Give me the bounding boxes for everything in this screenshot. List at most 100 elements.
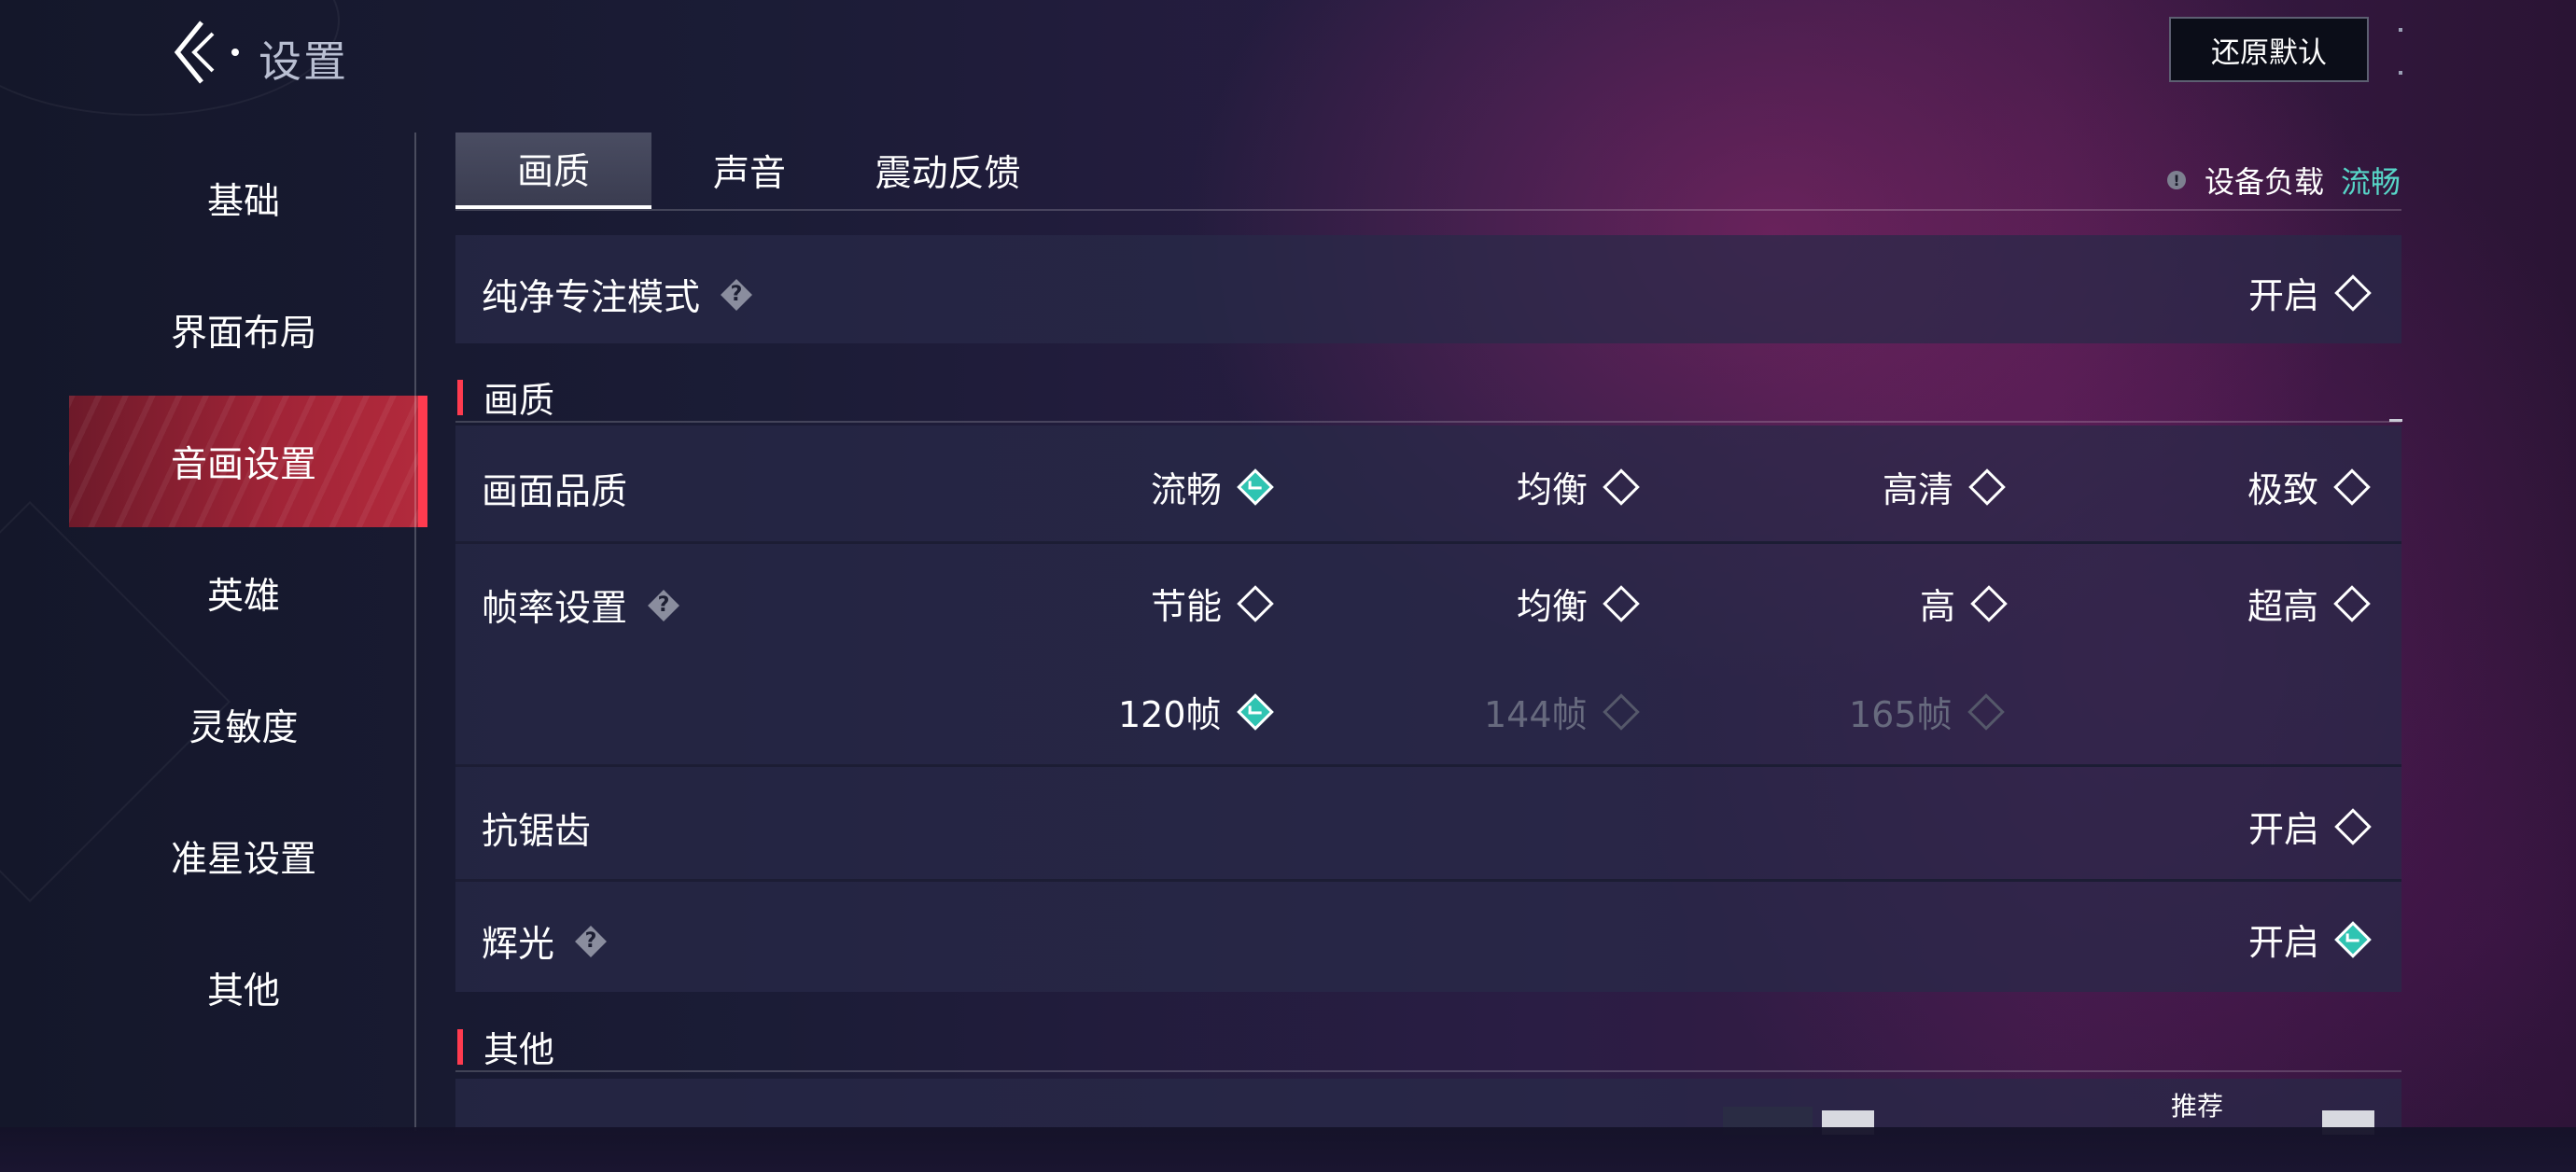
- toggle-label: 开启: [2247, 809, 2319, 850]
- diamond-checkbox-icon: [2333, 584, 2371, 622]
- framerate-option-high[interactable]: 高: [1920, 578, 2008, 629]
- antialias-row: 抗锯齿 开启: [455, 767, 2401, 879]
- help-icon[interactable]: ?: [575, 926, 607, 957]
- back-chevron-icon: [174, 21, 239, 84]
- framerate-label-wrap: 帧率设置 ?: [482, 579, 679, 632]
- option-label: 均衡: [1517, 586, 1589, 627]
- option-label: 均衡: [1517, 469, 1589, 510]
- option-label: 120帧: [1118, 694, 1222, 735]
- sidebar-item-sensitivity[interactable]: 灵敏度: [69, 659, 418, 790]
- focus-mode-toggle[interactable]: 开启: [2247, 267, 2372, 318]
- framerate-label: 帧率设置: [482, 588, 628, 630]
- diamond-checked-icon: [2334, 920, 2372, 958]
- framerate-row: 帧率设置 ? 节能 均衡 高 超高 120帧 144帧 165帧: [455, 544, 2401, 764]
- sidebar-item-label: 音画设置: [170, 443, 316, 486]
- diamond-checkbox-icon: [2334, 807, 2372, 845]
- framerate-option-super[interactable]: 超高: [2247, 578, 2371, 629]
- tab-bar: 画质 声音 震动反馈: [455, 133, 1048, 209]
- decor-dot: [2399, 28, 2402, 32]
- glow-label: 辉光: [482, 924, 555, 966]
- help-icon[interactable]: ?: [648, 590, 679, 621]
- framerate-option-165: 165帧: [1849, 686, 2005, 737]
- diamond-checkbox-icon: [2333, 467, 2371, 506]
- sidebar-item-crosshair[interactable]: 准星设置: [69, 790, 418, 922]
- sidebar-item-audio-video[interactable]: 音画设置: [69, 396, 427, 527]
- quality-label: 画面品质: [482, 471, 628, 513]
- glow-label-wrap: 辉光 ?: [482, 915, 607, 968]
- decor-dot: [2399, 71, 2402, 75]
- tab-vibration[interactable]: 震动反馈: [847, 133, 1048, 209]
- glow-row: 辉光 ? 开启: [455, 882, 2401, 992]
- section-title: 画质: [483, 380, 555, 421]
- sidebar-item-label: 准星设置: [170, 838, 316, 881]
- section-header-other: 其他: [457, 1021, 554, 1072]
- warning-icon: !: [2166, 171, 2186, 189]
- framerate-option-120[interactable]: 120帧: [1118, 686, 1274, 737]
- tab-divider: [455, 209, 2401, 211]
- diamond-checkbox-icon: [1602, 692, 1640, 731]
- diamond-checkbox-icon: [1968, 467, 2006, 506]
- framerate-option-balanced[interactable]: 均衡: [1517, 578, 1640, 629]
- diamond-checkbox-icon: [2334, 273, 2372, 312]
- focus-mode-row: 纯净专注模式 ? 开启: [455, 235, 2401, 343]
- section-divider: [455, 421, 2401, 423]
- help-icon[interactable]: ?: [721, 279, 752, 311]
- section-marker: [457, 379, 463, 415]
- page-title: 设置: [259, 36, 348, 87]
- tab-sound[interactable]: 声音: [651, 133, 847, 209]
- section-header-quality: 画质: [457, 371, 554, 423]
- section-divider: [455, 1070, 2401, 1072]
- diamond-checkbox-icon: [1967, 692, 2005, 731]
- glow-toggle[interactable]: 开启: [2247, 914, 2372, 965]
- bottom-fade: [0, 1127, 2576, 1172]
- toggle-label: 开启: [2247, 275, 2319, 316]
- quality-option-hd[interactable]: 高清: [1883, 461, 2006, 512]
- decor-dot: [2389, 419, 2402, 422]
- diamond-checkbox-icon: [1970, 584, 2008, 622]
- option-label: 流畅: [1151, 469, 1223, 510]
- sidebar-item-basic[interactable]: 基础: [69, 133, 418, 264]
- option-label: 超高: [2247, 586, 2319, 627]
- sidebar-item-label: 灵敏度: [189, 706, 299, 749]
- device-load-value: 流畅: [2340, 164, 2401, 200]
- sidebar-item-layout[interactable]: 界面布局: [69, 264, 418, 396]
- sidebar-item-heroes[interactable]: 英雄: [69, 527, 418, 659]
- diamond-checked-icon: [1237, 467, 1274, 506]
- sidebar-item-label: 基础: [206, 180, 280, 223]
- recommend-label: 推荐: [2171, 1091, 2224, 1122]
- option-label: 节能: [1151, 586, 1223, 627]
- quality-option-balanced[interactable]: 均衡: [1517, 461, 1640, 512]
- option-label: 144帧: [1484, 694, 1588, 735]
- option-label: 165帧: [1849, 694, 1953, 735]
- device-load-indicator: ! 设备负载 流畅: [2166, 159, 2401, 202]
- diamond-checkbox-icon: [1603, 584, 1640, 622]
- notch-adapt-row: 推荐: [455, 1079, 2401, 1135]
- tab-quality[interactable]: 画质: [455, 133, 651, 209]
- diamond-checkbox-icon: [1603, 467, 1640, 506]
- diamond-checkbox-icon: [1237, 584, 1274, 622]
- sidebar-item-label: 其他: [206, 970, 280, 1012]
- quality-row: 画面品质 流畅 均衡 高清 极致: [455, 426, 2401, 541]
- section-title: 其他: [483, 1029, 555, 1070]
- quality-option-ultra[interactable]: 极致: [2247, 461, 2371, 512]
- sidebar-item-label: 英雄: [206, 575, 280, 618]
- focus-mode-label-wrap: 纯净专注模式 ?: [482, 269, 752, 321]
- sidebar-divider: [414, 133, 416, 1131]
- antialias-label: 抗锯齿: [482, 811, 592, 853]
- focus-mode-label: 纯净专注模式: [482, 277, 701, 319]
- toggle-label: 开启: [2247, 922, 2319, 963]
- antialias-toggle[interactable]: 开启: [2247, 801, 2372, 852]
- framerate-option-144: 144帧: [1484, 686, 1640, 737]
- sidebar-item-label: 界面布局: [170, 312, 316, 355]
- device-load-label: 设备负载: [2204, 164, 2324, 200]
- quality-option-smooth[interactable]: 流畅: [1151, 461, 1274, 512]
- option-label: 高: [1920, 586, 1956, 627]
- framerate-option-eco[interactable]: 节能: [1151, 578, 1274, 629]
- section-marker: [457, 1028, 463, 1065]
- diamond-checked-icon: [1236, 692, 1274, 731]
- back-button[interactable]: [166, 17, 241, 91]
- reset-default-button[interactable]: 还原默认: [2169, 17, 2369, 82]
- option-label: 高清: [1883, 469, 1954, 510]
- option-label: 极致: [2247, 469, 2319, 510]
- sidebar-item-other[interactable]: 其他: [69, 922, 418, 1053]
